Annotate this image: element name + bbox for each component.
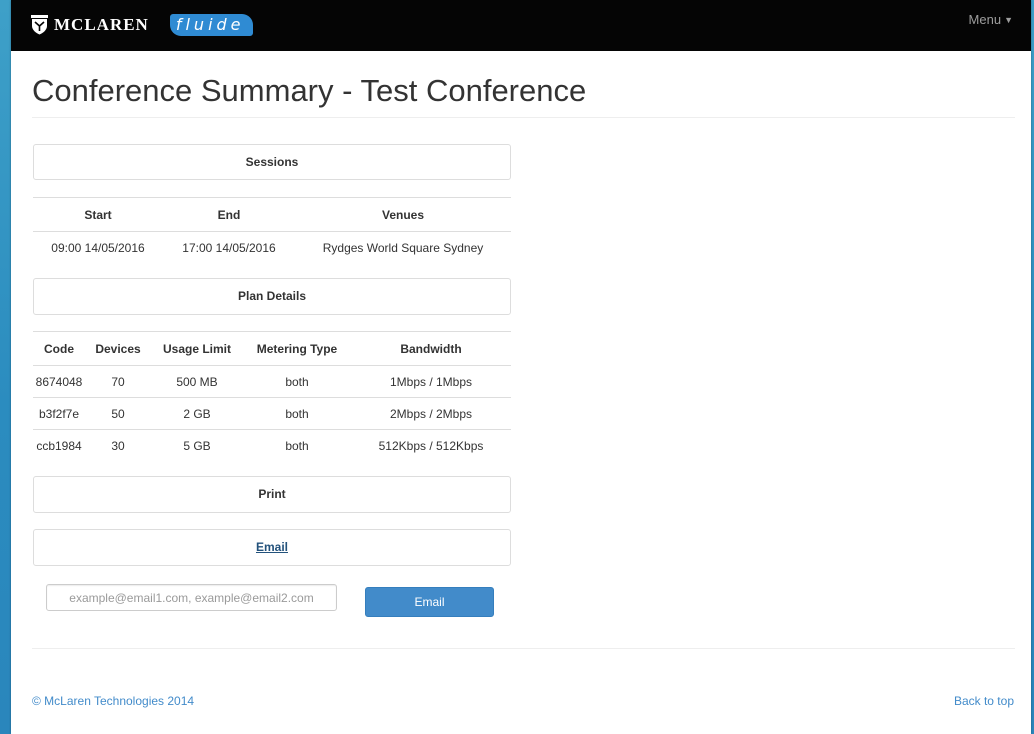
copyright-text: © McLaren Technologies 2014: [32, 694, 195, 708]
column-header: Metering Type: [243, 331, 351, 366]
column-header: Venues: [295, 197, 511, 232]
browser-page: MCLAREN fluide Menu ▼ Conference Summary …: [11, 0, 1031, 734]
sessions-table: Start End Venues 09:00 14/05/2016 17:00 …: [33, 197, 511, 263]
email-toggle-link[interactable]: Email: [256, 540, 288, 554]
session-venue: Rydges World Square Sydney: [322, 240, 484, 255]
column-header: Devices: [85, 331, 151, 366]
column-header: Code: [33, 331, 85, 366]
table-row: ccb1984 30 5 GB both 512Kbps / 512Kbps: [33, 429, 511, 461]
print-button[interactable]: Print: [33, 476, 511, 513]
plan-devices: 30: [85, 429, 151, 461]
column-header: End: [163, 197, 295, 232]
table-header-row: Code Devices Usage Limit Metering Type B…: [33, 331, 511, 366]
title-divider: [32, 117, 1015, 118]
plan-details-heading: Plan Details: [237, 289, 307, 303]
plan-code: 8674048: [35, 374, 83, 389]
sessions-heading: Sessions: [245, 155, 299, 169]
crest-icon: [31, 15, 48, 35]
plan-devices: 50: [85, 397, 151, 430]
sessions-header: Sessions: [33, 144, 511, 180]
plan-details-table: Code Devices Usage Limit Metering Type B…: [33, 331, 511, 461]
plan-usage-limit: 2 GB: [151, 397, 243, 430]
plan-metering-type: both: [285, 374, 309, 389]
table-header-row: Start End Venues: [33, 197, 511, 232]
top-navbar: MCLAREN fluide Menu ▼: [11, 0, 1031, 51]
menu-label: Menu: [968, 12, 1002, 27]
table-row: 8674048 70 500 MB both 1Mbps / 1Mbps: [33, 366, 511, 398]
plan-metering-type: both: [243, 429, 351, 461]
column-header: Bandwidth: [351, 331, 511, 366]
email-recipients-input[interactable]: [46, 584, 337, 611]
email-section-header: Email: [33, 529, 511, 566]
plan-bandwidth: 2Mbps / 2Mbps: [351, 397, 511, 430]
plan-bandwidth: 1Mbps / 1Mbps: [389, 374, 473, 389]
print-label: Print: [258, 487, 286, 501]
plan-devices: 70: [111, 374, 125, 389]
session-end: 17:00 14/05/2016: [182, 240, 276, 255]
footer-divider: [32, 648, 1015, 649]
page-title: Conference Summary - Test Conference: [32, 73, 587, 108]
plan-usage-limit: 500 MB: [176, 374, 218, 389]
back-to-top-link[interactable]: Back to top: [954, 694, 1014, 708]
send-email-button[interactable]: Email: [365, 587, 494, 617]
table-row: b3f2f7e 50 2 GB both 2Mbps / 2Mbps: [33, 397, 511, 430]
fluide-logo: fluide: [169, 14, 253, 36]
plan-code: ccb1984: [33, 429, 85, 461]
caret-down-icon: ▼: [1004, 15, 1013, 25]
plan-bandwidth: 512Kbps / 512Kbps: [351, 429, 511, 461]
column-header: Usage Limit: [151, 331, 243, 366]
brand-name: MCLAREN: [54, 15, 149, 34]
session-start: 09:00 14/05/2016: [51, 240, 145, 255]
plan-details-header: Plan Details: [33, 278, 511, 315]
column-header: Start: [33, 197, 163, 232]
menu-dropdown[interactable]: Menu ▼: [969, 12, 1013, 27]
plan-code: b3f2f7e: [33, 397, 85, 430]
table-row: 09:00 14/05/2016 17:00 14/05/2016 Rydges…: [33, 232, 511, 264]
plan-usage-limit: 5 GB: [151, 429, 243, 461]
plan-metering-type: both: [243, 397, 351, 430]
brand[interactable]: MCLAREN fluide: [30, 13, 253, 37]
